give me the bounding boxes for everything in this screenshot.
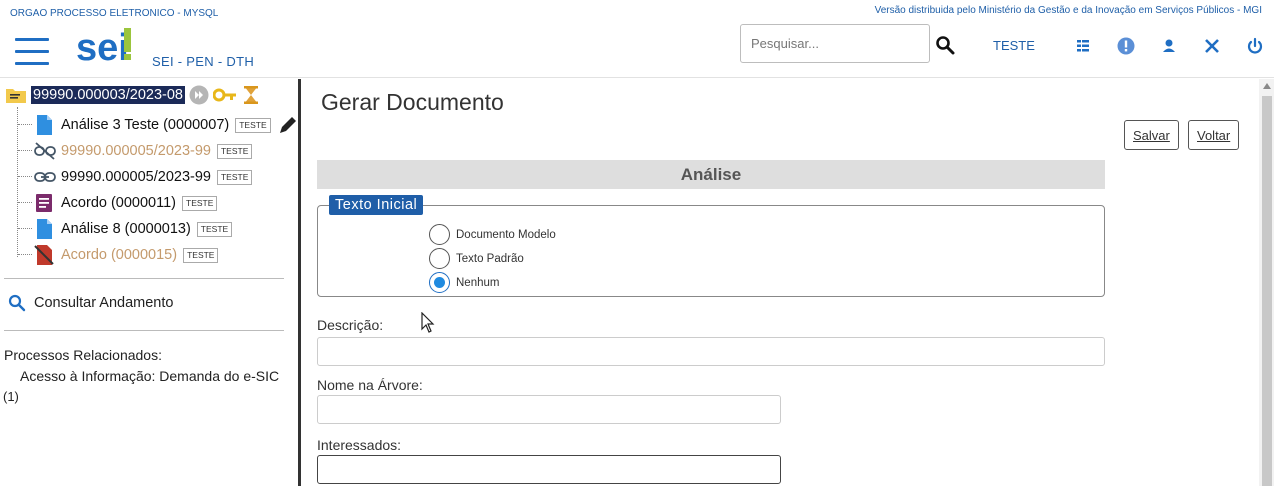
tree-item[interactable]: Acordo (0000015) TESTE <box>34 243 219 267</box>
back-button-label: Voltar <box>1197 127 1231 143</box>
tree-item[interactable]: 99990.000005/2023-99 TESTE <box>34 139 253 163</box>
tree-item-label[interactable]: Análise 8 (0000013) <box>61 221 191 237</box>
tree-item-label[interactable]: 99990.000005/2023-99 <box>61 143 211 159</box>
divider <box>4 330 284 331</box>
sei-logo[interactable]: sei <box>76 24 136 68</box>
tree-name-input[interactable] <box>317 395 781 424</box>
tools-icon[interactable] <box>1203 37 1221 55</box>
cancelled-document-icon <box>34 245 54 265</box>
tree-item[interactable]: 99990.000005/2023-99 TESTE <box>34 165 253 189</box>
link-icon <box>34 172 56 182</box>
radio-document-model[interactable]: Documento Modelo <box>429 224 556 245</box>
unlinked-icon <box>34 142 56 160</box>
related-processes-title: Processos Relacionados: <box>4 347 162 363</box>
search-icon[interactable] <box>935 35 955 55</box>
consult-progress-link[interactable]: Consultar Andamento <box>8 294 173 312</box>
tree-name-label: Nome na Árvore: <box>317 377 423 393</box>
document-icon <box>37 219 52 239</box>
hourglass-icon[interactable] <box>243 85 259 105</box>
unit-badge: TESTE <box>183 247 219 263</box>
radio-none[interactable]: Nenhum <box>429 272 499 293</box>
radio-label: Nenhum <box>456 276 500 289</box>
pen-icon[interactable] <box>277 114 299 136</box>
tree-item-label[interactable]: Análise 3 Teste (0000007) <box>61 117 229 133</box>
radio-button[interactable] <box>429 224 450 245</box>
tree-item[interactable]: Análise 8 (0000013) TESTE <box>34 217 233 241</box>
mouse-cursor-icon <box>421 312 435 333</box>
back-button[interactable]: Voltar <box>1188 120 1240 150</box>
description-label: Descrição: <box>317 317 384 333</box>
description-input[interactable] <box>317 337 1105 366</box>
radio-standard-text[interactable]: Texto Padrão <box>429 248 524 269</box>
tree-root-process[interactable]: 99990.000003/2023-08 <box>5 83 259 107</box>
search-input[interactable] <box>740 24 930 63</box>
main-content: Gerar Documento Salvar Voltar Análise Te… <box>301 79 1259 486</box>
unit-selector[interactable]: TESTE <box>993 38 1035 53</box>
radio-button[interactable] <box>429 248 450 269</box>
unit-badge: TESTE <box>216 143 253 159</box>
alert-icon[interactable] <box>1117 37 1135 55</box>
process-tree-panel: 99990.000003/2023-08 Análise 3 Teste (00… <box>0 79 298 486</box>
tree-item-label[interactable]: Acordo (0000015) <box>61 247 177 263</box>
tree-item-label[interactable]: Acordo (0000011) <box>61 195 176 211</box>
section-header: Análise <box>317 160 1105 189</box>
radio-button-selected[interactable] <box>429 272 450 293</box>
divider <box>4 278 284 279</box>
consult-progress-label[interactable]: Consultar Andamento <box>34 295 173 311</box>
tree-item[interactable]: Acordo (0000011) TESTE <box>34 191 218 215</box>
interested-input[interactable] <box>317 455 781 484</box>
unit-badge: TESTE <box>235 117 271 133</box>
unit-badge: TESTE <box>216 169 253 185</box>
page-title: Gerar Documento <box>321 89 504 115</box>
system-subtitle: SEI - PEN - DTH <box>152 54 255 69</box>
top-bar: ORGAO PROCESSO ELETRONICO - MYSQL Versão… <box>0 0 1274 78</box>
user-icon[interactable] <box>1160 37 1178 55</box>
related-process-count: (1) <box>3 389 19 404</box>
tree-item-label[interactable]: 99990.000005/2023-99 <box>61 169 211 185</box>
interested-label: Interessados: <box>317 437 402 453</box>
menu-icon[interactable] <box>15 38 49 66</box>
key-icon[interactable] <box>212 88 237 102</box>
folder-icon <box>6 89 26 103</box>
logo-text: sei <box>76 27 129 68</box>
scroll-up-icon[interactable] <box>1263 83 1271 89</box>
initial-text-legend: Texto Inicial <box>329 195 424 215</box>
related-process-link[interactable]: Acesso à Informação: Demanda do e-SIC <box>20 368 279 384</box>
tree-item[interactable]: Análise 3 Teste (0000007) TESTE <box>34 113 299 137</box>
unit-badge: TESTE <box>196 221 233 237</box>
version-text: Versão distribuida pelo Ministério da Ge… <box>874 5 1262 16</box>
organization-name: ORGAO PROCESSO ELETRONICO - MYSQL <box>10 8 219 19</box>
tree-root-label[interactable]: 99990.000003/2023-08 <box>31 86 185 104</box>
document-icon <box>37 115 52 135</box>
form-document-icon <box>36 194 52 212</box>
unit-badge: TESTE <box>182 195 218 211</box>
scrollbar-thumb[interactable] <box>1262 96 1272 486</box>
forward-icon[interactable] <box>189 85 209 105</box>
save-button[interactable]: Salvar <box>1124 120 1179 150</box>
search-icon <box>8 294 26 312</box>
radio-label: Texto Padrão <box>456 252 524 265</box>
grid-list-icon[interactable] <box>1074 37 1092 55</box>
radio-label: Documento Modelo <box>456 228 556 241</box>
save-button-label: Salvar <box>1133 127 1170 143</box>
power-icon[interactable] <box>1246 37 1264 55</box>
